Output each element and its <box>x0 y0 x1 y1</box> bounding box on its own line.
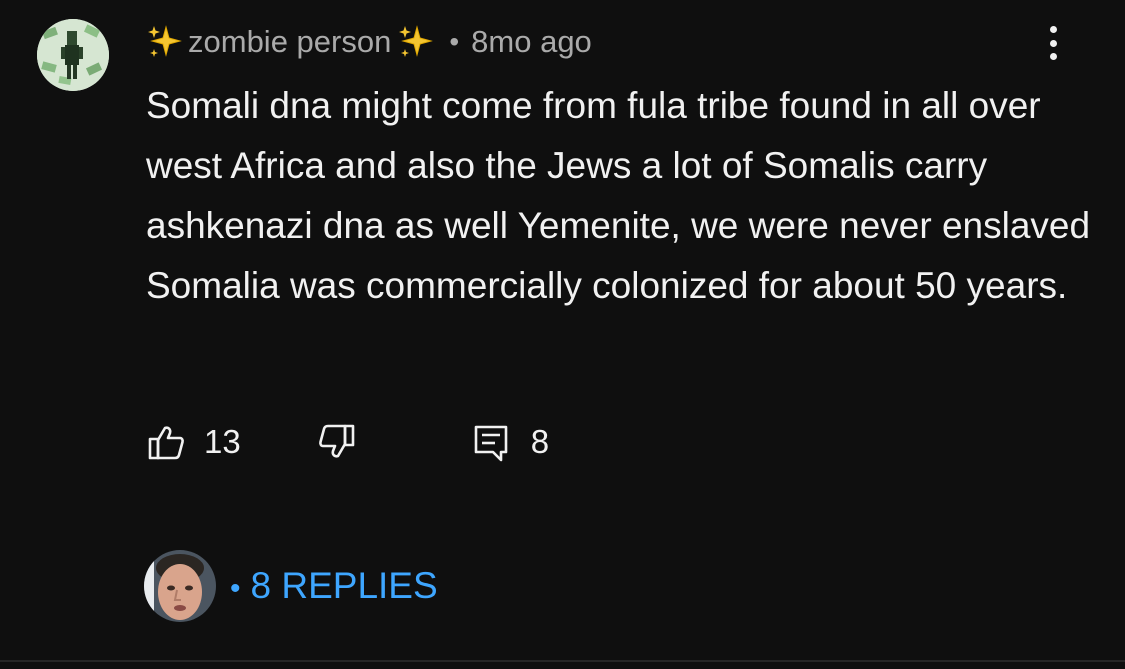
like-count: 13 <box>204 423 241 460</box>
thumbs-down-icon <box>317 422 357 462</box>
comment-reply-icon <box>471 422 511 462</box>
dislike-button[interactable] <box>317 422 357 462</box>
separator-dot: • <box>449 26 460 57</box>
author-avatar[interactable] <box>37 19 109 91</box>
view-replies[interactable]: • 8 REPLIES <box>144 550 438 622</box>
divider <box>0 660 1125 662</box>
sparkles-icon <box>146 23 184 61</box>
comment-thread: zombie person • 8mo ago Somali dna might… <box>0 0 1125 669</box>
comment-timestamp[interactable]: 8mo ago <box>471 24 592 60</box>
like-button[interactable]: 13 <box>146 422 241 462</box>
comment-actions: 13 8 <box>146 418 549 466</box>
more-options-icon[interactable] <box>1036 22 1070 64</box>
sparkles-icon <box>397 23 435 61</box>
separator-dot: • <box>230 572 241 605</box>
thumbs-up-icon <box>146 422 186 462</box>
replies-label: 8 REPLIES <box>250 565 438 606</box>
reply-button[interactable]: 8 <box>471 422 549 462</box>
comment-header: zombie person • 8mo ago <box>146 20 592 64</box>
reply-author-avatar <box>144 550 216 622</box>
reply-count: 8 <box>530 423 550 460</box>
replies-link[interactable]: • 8 REPLIES <box>230 565 438 607</box>
comment-text: Somali dna might come from fula tribe fo… <box>146 85 1091 306</box>
author-name[interactable]: zombie person <box>188 24 391 60</box>
